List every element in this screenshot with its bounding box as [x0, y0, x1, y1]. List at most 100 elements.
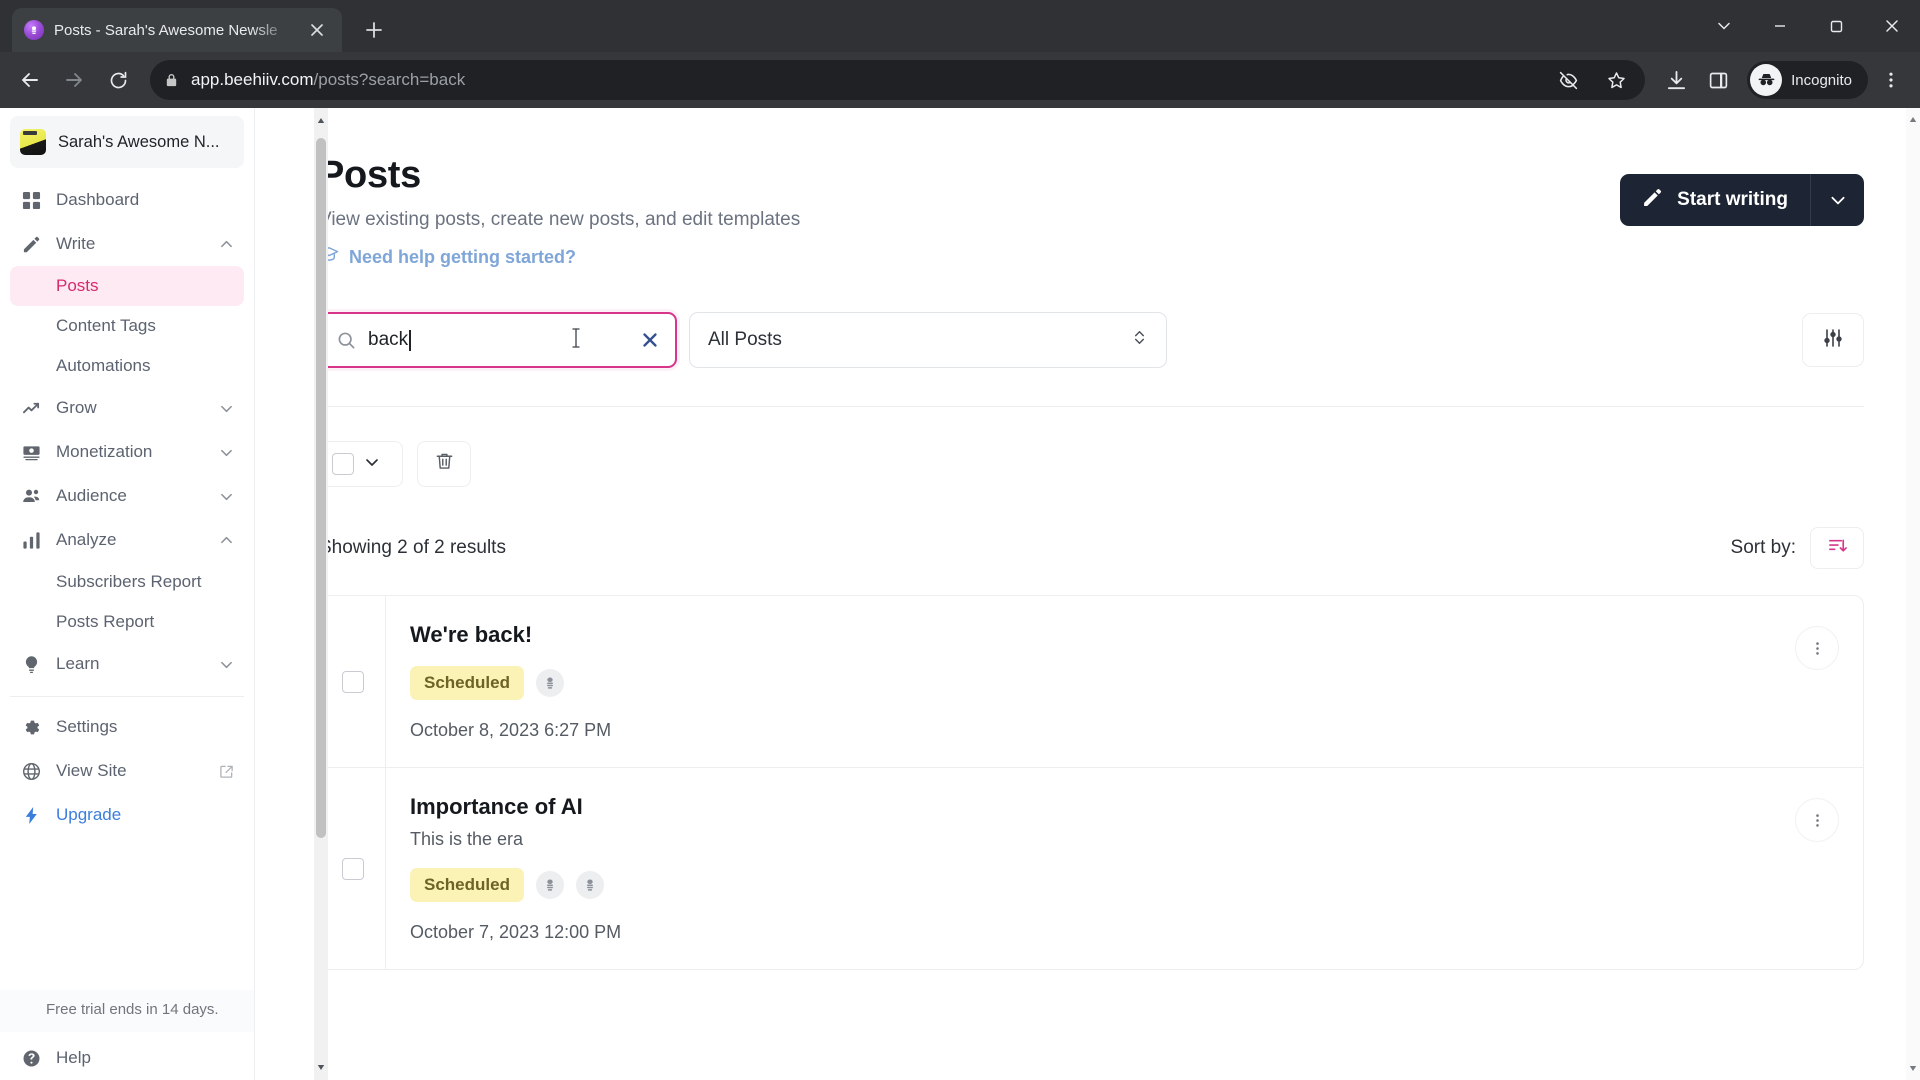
post-checkbox[interactable]	[341, 670, 364, 693]
new-tab-button[interactable]	[354, 10, 394, 50]
sidebar-item-label: Analyze	[56, 530, 117, 549]
close-tab-icon[interactable]	[304, 17, 330, 43]
browser-window: Posts - Sarah's Awesome Newsle app.beehi…	[0, 0, 1920, 1080]
sidebar-item-dashboard[interactable]: Dashboard	[10, 178, 244, 222]
post-filter-select[interactable]: All Posts	[689, 312, 1167, 368]
sidebar-item-content-tags[interactable]: Content Tags	[10, 306, 244, 346]
post-menu-button[interactable]	[1795, 798, 1839, 842]
sidebar-item-audience[interactable]: Audience	[10, 474, 244, 518]
chevron-down-icon[interactable]	[219, 489, 234, 504]
browser-tab[interactable]: Posts - Sarah's Awesome Newsle	[12, 8, 342, 52]
sidebar-item-label: Settings	[56, 717, 118, 736]
globe-icon	[20, 762, 42, 781]
chevron-down-icon[interactable]	[219, 657, 234, 672]
close-window-button[interactable]	[1864, 0, 1920, 52]
chevron-up-icon[interactable]	[219, 533, 234, 548]
results-count: Showing 2 of 2 results	[319, 537, 506, 558]
minimize-window-button[interactable]	[1752, 0, 1808, 52]
table-row[interactable]: Importance of AI This is the era Schedul…	[320, 768, 1863, 969]
chevron-up-icon[interactable]	[219, 237, 234, 252]
sidebar-divider	[10, 696, 244, 697]
post-meta-row: Scheduled	[410, 868, 1863, 902]
start-writing-dropdown[interactable]	[1810, 174, 1864, 226]
post-menu-button[interactable]	[1795, 626, 1839, 670]
post-title[interactable]: We're back!	[410, 622, 1863, 648]
back-button[interactable]	[10, 60, 50, 100]
publication-switcher[interactable]: Sarah's Awesome N...	[10, 116, 244, 168]
post-checkbox[interactable]	[341, 857, 364, 880]
sidebar-item-label: View Site	[56, 761, 127, 780]
sidebar-item-monetization[interactable]: Monetization	[10, 430, 244, 474]
sidebar-item-automations[interactable]: Automations	[10, 346, 244, 386]
omnibox-actions	[1549, 61, 1635, 99]
start-writing-main[interactable]: Start writing	[1620, 174, 1810, 226]
table-row[interactable]: We're back! Scheduled October 8, 2023 6:…	[320, 596, 1863, 768]
search-input-value: back	[368, 329, 629, 351]
need-help-link[interactable]: Need help getting started?	[319, 245, 576, 270]
tab-strip: Posts - Sarah's Awesome Newsle	[0, 0, 1920, 52]
delete-selected-button[interactable]	[417, 441, 471, 487]
sidebar-item-posts[interactable]: Posts	[10, 266, 244, 306]
chevron-down-icon[interactable]	[219, 445, 234, 460]
download-icon[interactable]	[1657, 61, 1695, 99]
post-details: We're back! Scheduled October 8, 2023 6:…	[386, 596, 1863, 767]
trial-notice: Free trial ends in 14 days.	[0, 989, 254, 1032]
hide-password-icon[interactable]	[1549, 61, 1587, 99]
sidebar-item-grow[interactable]: Grow	[10, 386, 244, 430]
sidebar-item-label: Audience	[56, 486, 127, 505]
page-viewport: Sarah's Awesome N... Dashboard Write Pos…	[0, 108, 1920, 1080]
sidebar-item-analyze[interactable]: Analyze	[10, 518, 244, 562]
email-icon	[535, 669, 564, 697]
tab-search-icon[interactable]	[1696, 0, 1752, 52]
chevron-down-icon[interactable]	[364, 454, 380, 475]
sidebar-item-learn[interactable]: Learn	[10, 642, 244, 686]
help-nav: Help	[0, 1032, 254, 1080]
bookmark-star-icon[interactable]	[1597, 61, 1635, 99]
scroll-down-icon[interactable]	[1906, 1059, 1920, 1077]
sidebar-subitem-label: Automations	[56, 356, 151, 375]
sidebar-item-settings[interactable]: Settings	[10, 705, 244, 749]
browser-menu-icon[interactable]	[1872, 61, 1910, 99]
search-icon	[337, 331, 356, 350]
reload-button[interactable]	[98, 60, 138, 100]
page-scrollbar[interactable]	[1906, 108, 1920, 1080]
post-title[interactable]: Importance of AI	[410, 794, 1863, 820]
scroll-down-icon[interactable]	[314, 1058, 328, 1076]
select-all-checkbox[interactable]	[332, 453, 354, 475]
bar-chart-icon	[20, 531, 42, 550]
sidebar-item-write[interactable]: Write	[10, 222, 244, 266]
profile-incognito-button[interactable]: Incognito	[1747, 61, 1868, 99]
start-writing-button[interactable]: Start writing	[1620, 174, 1864, 226]
sidebar-item-subscribers-report[interactable]: Subscribers Report	[10, 562, 244, 602]
search-input[interactable]: back	[319, 312, 677, 368]
text-caret	[409, 329, 411, 351]
sidebar-item-posts-report[interactable]: Posts Report	[10, 602, 244, 642]
sidebar-item-view-site[interactable]: View Site	[10, 749, 244, 793]
results-summary-row: Showing 2 of 2 results Sort by:	[319, 527, 1864, 569]
start-writing-label: Start writing	[1677, 189, 1788, 210]
maximize-window-button[interactable]	[1808, 0, 1864, 52]
post-date: October 8, 2023 6:27 PM	[410, 720, 612, 740]
sidebar-item-label: Monetization	[56, 442, 153, 461]
trending-up-icon	[20, 399, 42, 418]
trash-icon	[434, 451, 455, 477]
publication-logo	[20, 129, 46, 155]
side-panel-icon[interactable]	[1699, 61, 1737, 99]
scroll-up-icon[interactable]	[314, 112, 328, 130]
chevron-down-icon[interactable]	[219, 401, 234, 416]
sidebar-subitem-label: Content Tags	[56, 316, 156, 335]
scroll-up-icon[interactable]	[1906, 111, 1920, 129]
money-icon	[20, 443, 42, 462]
gear-icon	[20, 718, 42, 737]
sort-control: Sort by:	[1731, 527, 1864, 569]
address-bar[interactable]: app.beehiiv.com/posts?search=back	[150, 60, 1646, 100]
sidebar-item-upgrade[interactable]: Upgrade	[10, 793, 244, 837]
select-all-control[interactable]	[319, 441, 403, 487]
sidebar-scrollbar-thumb[interactable]	[316, 138, 326, 838]
sidebar-item-help[interactable]: Help	[10, 1036, 244, 1080]
sort-button[interactable]	[1810, 527, 1864, 569]
sidebar-scrollbar[interactable]	[314, 108, 328, 1080]
filter-options-button[interactable]	[1802, 313, 1864, 367]
sort-descending-icon	[1827, 535, 1848, 561]
clear-search-icon[interactable]	[641, 331, 659, 349]
